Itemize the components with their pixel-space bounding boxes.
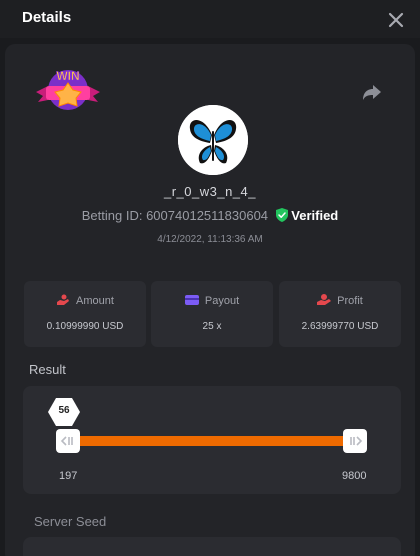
server-seed-label: Server Seed [34, 514, 107, 529]
amount-card: Amount 0.10999990 USD [24, 281, 146, 347]
range-max-label: 9800 [342, 470, 367, 482]
slider-handle-icon [60, 436, 73, 446]
wallet-icon [184, 295, 199, 305]
share-button[interactable] [360, 80, 384, 104]
butterfly-avatar [178, 105, 248, 175]
slider-handle-icon [350, 436, 363, 446]
modal-title: Details [22, 9, 72, 26]
username: _r_0_w3_n_4_ [163, 184, 257, 199]
payout-value: 25 x [202, 321, 222, 332]
result-marker-value: 56 [58, 405, 70, 416]
profit-card: Profit 2.63999770 USD [279, 281, 401, 347]
coins-hand-icon [57, 294, 70, 305]
avatar [178, 105, 248, 175]
close-button[interactable] [384, 8, 408, 32]
betting-id-value: 60074012511830604 [146, 208, 269, 223]
range-min-label: 197 [59, 470, 78, 482]
payout-label: Payout [204, 295, 240, 307]
betting-id-label: Betting ID: [81, 208, 143, 223]
modal-header: Details [0, 0, 420, 38]
server-seed-box [23, 537, 401, 556]
range-min-handle[interactable] [56, 429, 80, 453]
profit-hand-icon [317, 294, 332, 305]
bet-date: 4/12/2022, 11:13:36 AM [157, 234, 263, 245]
range-max-handle[interactable] [343, 429, 367, 453]
result-range-bar [66, 436, 354, 446]
close-icon [388, 12, 404, 28]
shield-check-icon [275, 208, 288, 222]
win-badge-text: WIN [56, 69, 79, 83]
payout-card: Payout 25 x [151, 281, 273, 347]
verified-label: Verified [291, 208, 339, 223]
win-badge-icon: WIN [36, 69, 100, 110]
result-label: Result [29, 362, 66, 377]
betting-id-row: Betting ID: 60074012511830604 Verified [0, 208, 420, 223]
profit-value: 2.63999770 USD [301, 321, 379, 332]
amount-value: 0.10999990 USD [46, 321, 124, 332]
profit-label: Profit [337, 295, 363, 307]
win-badge: WIN [34, 66, 102, 118]
share-icon [363, 85, 381, 100]
amount-label: Amount [76, 295, 114, 307]
